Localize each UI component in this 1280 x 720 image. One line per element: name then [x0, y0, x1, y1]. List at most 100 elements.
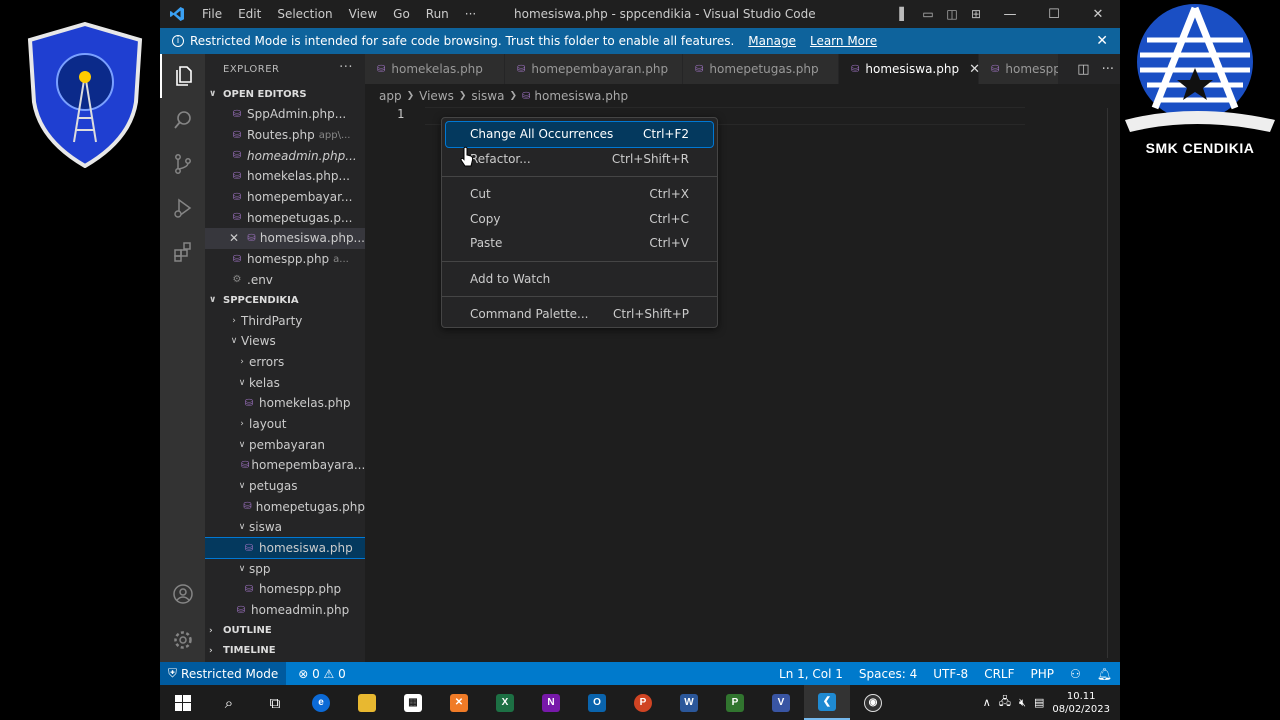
menu-item-cut[interactable]: Cut Ctrl+X: [446, 182, 713, 207]
action-center-icon[interactable]: ▤: [1034, 696, 1044, 709]
open-editors-section[interactable]: ∨ OPEN EDITORS: [205, 84, 365, 104]
minimize-button[interactable]: —: [988, 7, 1032, 22]
more-actions-icon[interactable]: ···: [1102, 62, 1114, 77]
tree-file[interactable]: ⛁ homekelas.php: [205, 393, 365, 414]
manage-link[interactable]: Manage: [748, 34, 796, 48]
open-editor-item[interactable]: ⛁ homepembayar...: [205, 187, 365, 208]
open-editor-item[interactable]: ⚙ .env: [205, 270, 365, 291]
tree-folder[interactable]: ∨ siswa: [205, 517, 365, 538]
breadcrumb-item[interactable]: app: [379, 89, 402, 103]
tree-folder[interactable]: › errors: [205, 352, 365, 373]
task-view-icon[interactable]: ⧉: [252, 685, 298, 720]
menu-item-command-palette[interactable]: Command Palette... Ctrl+Shift+P: [446, 302, 713, 327]
tree-file[interactable]: ⛁ homepembayara...: [205, 455, 365, 476]
tab-homesiswa[interactable]: ⛁ homesiswa.php ✕: [839, 54, 980, 84]
outline-section[interactable]: › OUTLINE: [205, 621, 365, 641]
tree-folder[interactable]: › ThirdParty: [205, 310, 365, 331]
source-control-icon[interactable]: [160, 142, 205, 186]
line-ending[interactable]: CRLF: [976, 667, 1022, 681]
project-icon[interactable]: P: [712, 685, 758, 720]
menu-run[interactable]: Run: [418, 0, 457, 28]
encoding[interactable]: UTF-8: [925, 667, 976, 681]
cursor-position[interactable]: Ln 1, Col 1: [771, 667, 851, 681]
tab-homepetugas[interactable]: ⛁ homepetugas.php: [683, 54, 839, 84]
volume-muted-icon[interactable]: 🔇︎: [1019, 696, 1026, 710]
open-editor-item-active[interactable]: ✕ ⛁ homesiswa.php...: [205, 228, 365, 249]
tree-folder[interactable]: ∨ Views: [205, 331, 365, 352]
open-editor-item[interactable]: ⛁ homeadmin.php...: [205, 145, 365, 166]
tab-homespp[interactable]: ⛁ homespp...: [979, 54, 1059, 84]
toggle-sidebar-icon[interactable]: ▌: [892, 7, 916, 21]
taskbar-search-icon[interactable]: ⌕: [206, 685, 252, 720]
explorer-icon[interactable]: [160, 54, 205, 98]
notifications-bell-icon[interactable]: 🔔︎: [1089, 667, 1120, 681]
breadcrumb-item[interactable]: Views: [419, 89, 454, 103]
problems-indicator[interactable]: ⊗ 0 ⚠ 0: [298, 667, 346, 681]
tree-folder[interactable]: ∨ pembayaran: [205, 434, 365, 455]
indentation[interactable]: Spaces: 4: [851, 667, 925, 681]
windows-start-icon[interactable]: [160, 685, 206, 720]
tray-chevron-up-icon[interactable]: ∧: [983, 696, 991, 709]
tree-file[interactable]: ⛁ homespp.php: [205, 579, 365, 600]
file-explorer-icon[interactable]: [344, 685, 390, 720]
search-icon[interactable]: [160, 98, 205, 142]
breadcrumb-item[interactable]: siswa: [471, 89, 504, 103]
tree-folder[interactable]: ∨ kelas: [205, 372, 365, 393]
tab-homepembayaran[interactable]: ⛁ homepembayaran.php: [505, 54, 683, 84]
customize-layout-icon[interactable]: ⊞: [964, 7, 988, 21]
tree-folder[interactable]: ∨ spp: [205, 558, 365, 579]
settings-gear-icon[interactable]: [160, 618, 205, 662]
open-editor-item[interactable]: ⛁ homespp.php a...: [205, 249, 365, 270]
restricted-mode-indicator[interactable]: ⛨ Restricted Mode: [160, 662, 287, 685]
menu-item-add-to-watch[interactable]: Add to Watch: [446, 267, 713, 292]
tree-folder[interactable]: › layout: [205, 414, 365, 435]
tree-file[interactable]: ⛁ homepetugas.php: [205, 496, 365, 517]
tab-homekelas[interactable]: ⛁ homekelas.php: [365, 54, 505, 84]
tree-file[interactable]: ⛁ homeadmin.php: [205, 600, 365, 621]
network-icon[interactable]: 🖧︎: [999, 693, 1011, 712]
visio-icon[interactable]: V: [758, 685, 804, 720]
powerpoint-icon[interactable]: P: [620, 685, 666, 720]
menu-edit[interactable]: Edit: [230, 0, 269, 28]
split-editor-icon[interactable]: ◫: [1077, 62, 1089, 77]
feedback-icon[interactable]: ⚇: [1062, 667, 1089, 681]
word-icon[interactable]: W: [666, 685, 712, 720]
clock[interactable]: 10.11 08/02/2023: [1052, 690, 1110, 716]
extensions-icon[interactable]: [160, 230, 205, 274]
edge-browser-icon[interactable]: e: [298, 685, 344, 720]
open-editor-item[interactable]: ⛁ SppAdmin.php...: [205, 104, 365, 125]
menu-item-copy[interactable]: Copy Ctrl+C: [446, 207, 713, 232]
close-window-button[interactable]: ✕: [1076, 7, 1120, 22]
menu-item-paste[interactable]: Paste Ctrl+V: [446, 231, 713, 256]
accounts-icon[interactable]: [160, 572, 205, 616]
toggle-secondary-sidebar-icon[interactable]: ◫: [940, 7, 964, 21]
menu-file[interactable]: File: [194, 0, 230, 28]
learn-more-link[interactable]: Learn More: [810, 34, 877, 48]
project-section[interactable]: ∨ SPPCENDIKIA: [205, 290, 365, 310]
breadcrumb-item[interactable]: homesiswa.php: [534, 89, 628, 103]
tree-folder[interactable]: ∨ petugas: [205, 476, 365, 497]
close-editor-icon[interactable]: ✕: [229, 231, 239, 245]
vscode-taskbar-icon[interactable]: ❮: [804, 685, 850, 720]
explorer-more-icon[interactable]: ···: [339, 60, 353, 75]
toggle-panel-icon[interactable]: ▭: [916, 7, 940, 21]
onenote-icon[interactable]: N: [528, 685, 574, 720]
menu-selection[interactable]: Selection: [269, 0, 340, 28]
store-icon[interactable]: ▦: [390, 685, 436, 720]
open-editor-item[interactable]: ⛁ Routes.php app\...: [205, 125, 365, 146]
menu-item-change-all-occurrences[interactable]: Change All Occurrences Ctrl+F2: [445, 121, 714, 148]
excel-icon[interactable]: X: [482, 685, 528, 720]
menu-item-refactor[interactable]: Refactor... Ctrl+Shift+R: [446, 147, 713, 172]
obs-icon[interactable]: ◉: [850, 685, 896, 720]
editor-scrollbar[interactable]: [1107, 108, 1108, 658]
xampp-icon[interactable]: ✕: [436, 685, 482, 720]
outlook-icon[interactable]: O: [574, 685, 620, 720]
maximize-button[interactable]: ☐: [1032, 7, 1076, 22]
menu-more[interactable]: ···: [457, 0, 484, 28]
language-mode[interactable]: PHP: [1023, 667, 1063, 681]
open-editor-item[interactable]: ⛁ homekelas.php...: [205, 166, 365, 187]
run-debug-icon[interactable]: [160, 186, 205, 230]
timeline-section[interactable]: › TIMELINE: [205, 641, 365, 661]
tree-file-selected[interactable]: ⛁ homesiswa.php: [205, 536, 365, 560]
banner-close-icon[interactable]: ✕: [1096, 33, 1108, 49]
